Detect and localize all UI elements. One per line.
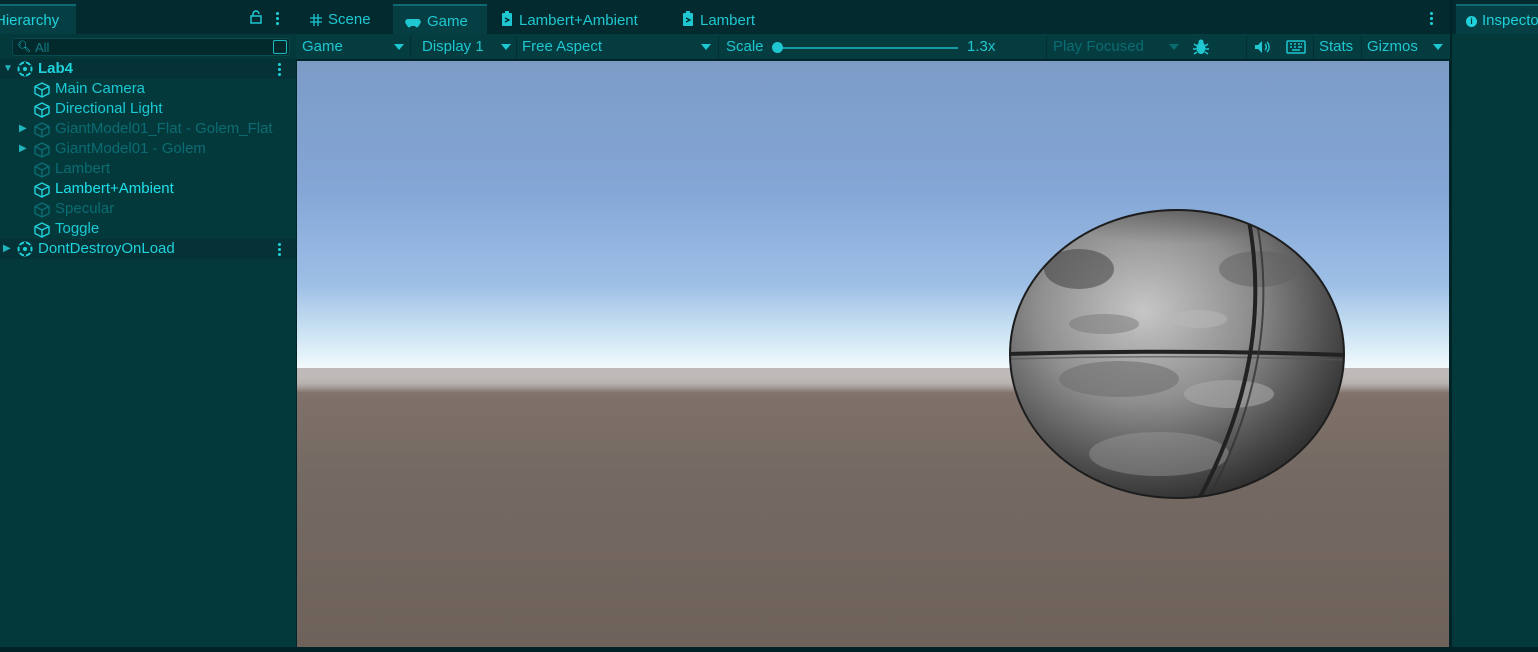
unity-scene-icon — [17, 241, 33, 257]
grid-icon — [310, 14, 322, 26]
tab-game[interactable]: Game — [393, 4, 487, 34]
center-menu-icon[interactable] — [1430, 12, 1434, 26]
hierarchy-item[interactable]: Lambert — [0, 159, 296, 179]
expand-arrow-icon[interactable]: ▶ — [3, 239, 11, 259]
game-toolbar: Game Display 1 Free Aspect Scale 1.3x Pl… — [296, 34, 1450, 60]
divider — [1246, 36, 1247, 58]
expand-arrow-icon[interactable]: ▼ — [3, 59, 13, 79]
hierarchy-item-label: Directional Light — [55, 100, 163, 117]
tab-lambert-ambient-label: Lambert+Ambient — [519, 12, 638, 29]
divider — [410, 36, 411, 58]
tab-lambert-ambient[interactable]: Lambert+Ambient — [501, 4, 638, 34]
gameobject-cube-icon — [34, 82, 50, 98]
aspect-dropdown[interactable]: Free Aspect — [522, 34, 602, 60]
tab-inspector[interactable]: i Inspector — [1456, 4, 1538, 34]
scale-label: Scale — [726, 38, 764, 55]
speaker-icon[interactable] — [1254, 40, 1272, 54]
hierarchy-item-label: Specular — [55, 200, 115, 217]
shader-icon — [683, 11, 693, 26]
tab-inspector-label: Inspector — [1482, 12, 1538, 29]
gameobject-cube-icon — [34, 222, 50, 238]
divider — [718, 36, 719, 58]
gameobject-cube-icon — [34, 142, 50, 158]
hierarchy-item[interactable]: Specular — [0, 199, 296, 219]
hierarchy-tabbar: Hierarchy — [0, 0, 296, 34]
gameobject-cube-icon — [34, 182, 50, 198]
divider — [1046, 36, 1047, 58]
gizmos-chevron-down-icon[interactable] — [1433, 44, 1443, 50]
unity-scene-icon — [17, 61, 33, 77]
tab-game-label: Game — [427, 13, 468, 30]
game-mode-dropdown[interactable]: Game — [302, 34, 343, 60]
keyboard-icon[interactable] — [1286, 40, 1306, 54]
tab-hierarchy-label: Hierarchy — [0, 12, 60, 29]
hierarchy-search-input[interactable]: 🔍︎ All — [12, 38, 290, 56]
hierarchy-item-label: Main Camera — [55, 80, 146, 97]
gameobject-cube-icon — [34, 202, 50, 218]
stats-button[interactable]: Stats — [1319, 34, 1353, 60]
scale-value: 1.3x — [967, 38, 996, 55]
lock-icon[interactable] — [250, 10, 262, 24]
chevron-down-icon[interactable] — [394, 44, 404, 50]
inspector-panel: i Inspector — [1450, 0, 1538, 652]
game-viewport[interactable] — [297, 61, 1449, 647]
dontdestroy-name: DontDestroyOnLoad — [38, 240, 175, 257]
scene-row-dontdestroyonload[interactable]: ▶ DontDestroyOnLoad — [0, 239, 296, 259]
chevron-down-icon[interactable] — [1169, 44, 1179, 50]
display-dropdown[interactable]: Display 1 — [422, 34, 484, 60]
bottom-status-strip — [0, 647, 1538, 652]
center-tabbar: Scene Game Lambert+Ambient Lambert — [296, 0, 1450, 34]
tab-scene[interactable]: Scene — [310, 4, 371, 34]
hierarchy-item-label: GiantModel01 - Golem — [55, 140, 206, 157]
hierarchy-item-label: Lambert — [55, 160, 111, 177]
gameobject-cube-icon — [34, 162, 50, 178]
hierarchy-item[interactable]: Toggle — [0, 219, 296, 239]
tab-lambert[interactable]: Lambert — [682, 4, 755, 34]
tab-lambert-label: Lambert — [700, 12, 756, 29]
gamepad-icon — [405, 19, 421, 28]
textured-sphere — [1009, 209, 1345, 499]
divider — [516, 36, 517, 58]
gameobject-cube-icon — [34, 122, 50, 138]
hierarchy-item-label: Lambert+Ambient — [55, 180, 174, 197]
chevron-down-icon[interactable] — [701, 44, 711, 50]
hierarchy-item[interactable]: ▶ GiantModel01 - Golem — [0, 139, 296, 159]
search-icon: 🔍︎ — [17, 41, 31, 53]
scale-slider-track[interactable] — [776, 47, 958, 49]
expand-arrow-icon[interactable]: ▶ — [19, 119, 27, 139]
tab-scene-label: Scene — [328, 11, 371, 28]
hierarchy-item[interactable]: ▶ GiantModel01_Flat - Golem_Flat — [0, 119, 296, 139]
info-icon: i — [1466, 16, 1477, 27]
gameobject-cube-icon — [34, 102, 50, 118]
hierarchy-item[interactable]: Main Camera — [0, 79, 296, 99]
search-placeholder: All — [35, 40, 50, 55]
gizmos-button[interactable]: Gizmos — [1367, 34, 1418, 60]
hierarchy-item-label: Toggle — [55, 220, 100, 237]
shader-icon — [502, 11, 512, 26]
scene-name: Lab4 — [38, 60, 74, 77]
hierarchy-item[interactable]: Directional Light — [0, 99, 296, 119]
chevron-down-icon[interactable] — [501, 44, 511, 50]
scene-menu-icon[interactable] — [278, 63, 282, 77]
scale-slider-handle[interactable] — [772, 42, 783, 53]
divider — [1313, 36, 1314, 58]
dontdestroy-menu-icon[interactable] — [278, 243, 282, 257]
hierarchy-panel: Hierarchy 🔍︎ All ▼ Lab4 Main Camera Direc… — [0, 0, 296, 652]
search-filter-icon[interactable] — [273, 40, 287, 54]
hierarchy-item[interactable]: Lambert+Ambient — [0, 179, 296, 199]
hierarchy-item-label: GiantModel01_Flat - Golem_Flat — [55, 120, 273, 137]
bug-icon[interactable] — [1192, 38, 1210, 56]
scene-row-lab4[interactable]: ▼ Lab4 — [0, 59, 296, 79]
inspector-tabbar: i Inspector — [1452, 0, 1538, 34]
hierarchy-menu-icon[interactable] — [276, 12, 280, 26]
expand-arrow-icon[interactable]: ▶ — [19, 139, 27, 159]
play-mode-dropdown[interactable]: Play Focused — [1053, 34, 1144, 60]
divider — [1361, 36, 1362, 58]
tab-hierarchy[interactable]: Hierarchy — [0, 4, 76, 34]
